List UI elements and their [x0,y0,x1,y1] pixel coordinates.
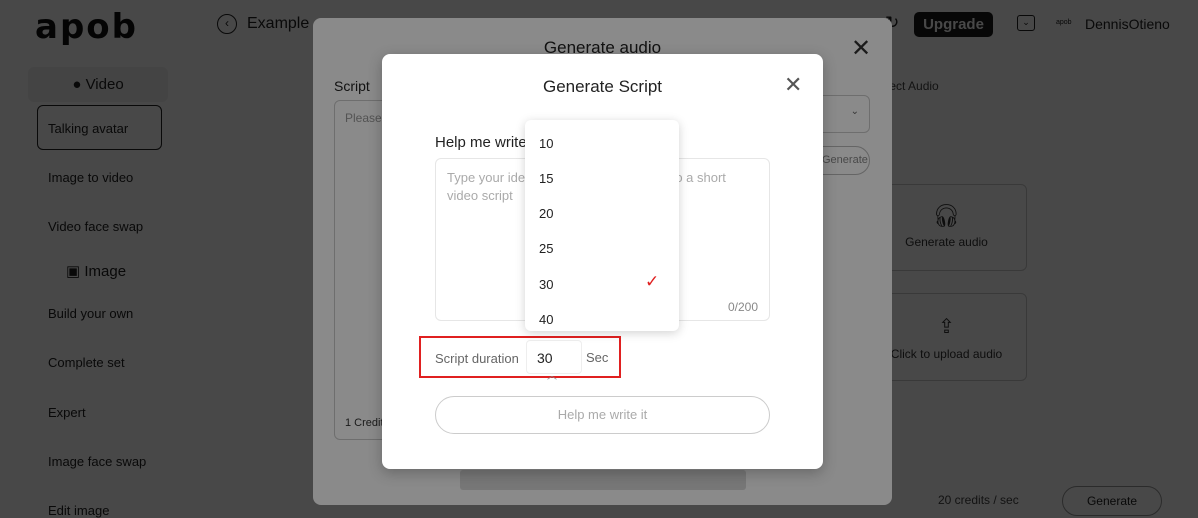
duration-dropdown: 10 15 20 25 30 ✓ 40 [525,120,679,331]
duration-label: Script duration [435,351,519,366]
option-30[interactable]: 30 [539,277,553,292]
help-label: Help me write [435,134,527,151]
option-10[interactable]: 10 [539,136,553,151]
option-25[interactable]: 25 [539,241,553,256]
check-icon: ✓ [645,272,660,291]
option-40[interactable]: 40 [539,312,553,327]
chevron-up-icon: ︿ [547,371,557,382]
option-15[interactable]: 15 [539,171,553,186]
duration-select[interactable]: 30︿ [526,340,582,382]
close-icon[interactable]: ✕ [784,72,802,98]
help-me-write-button[interactable]: Help me write it [435,396,770,434]
unit-label: Sec [586,350,609,365]
script-modal-title: Generate Script [542,77,663,96]
char-counter: 0/200 [728,300,759,314]
option-20[interactable]: 20 [539,206,553,221]
